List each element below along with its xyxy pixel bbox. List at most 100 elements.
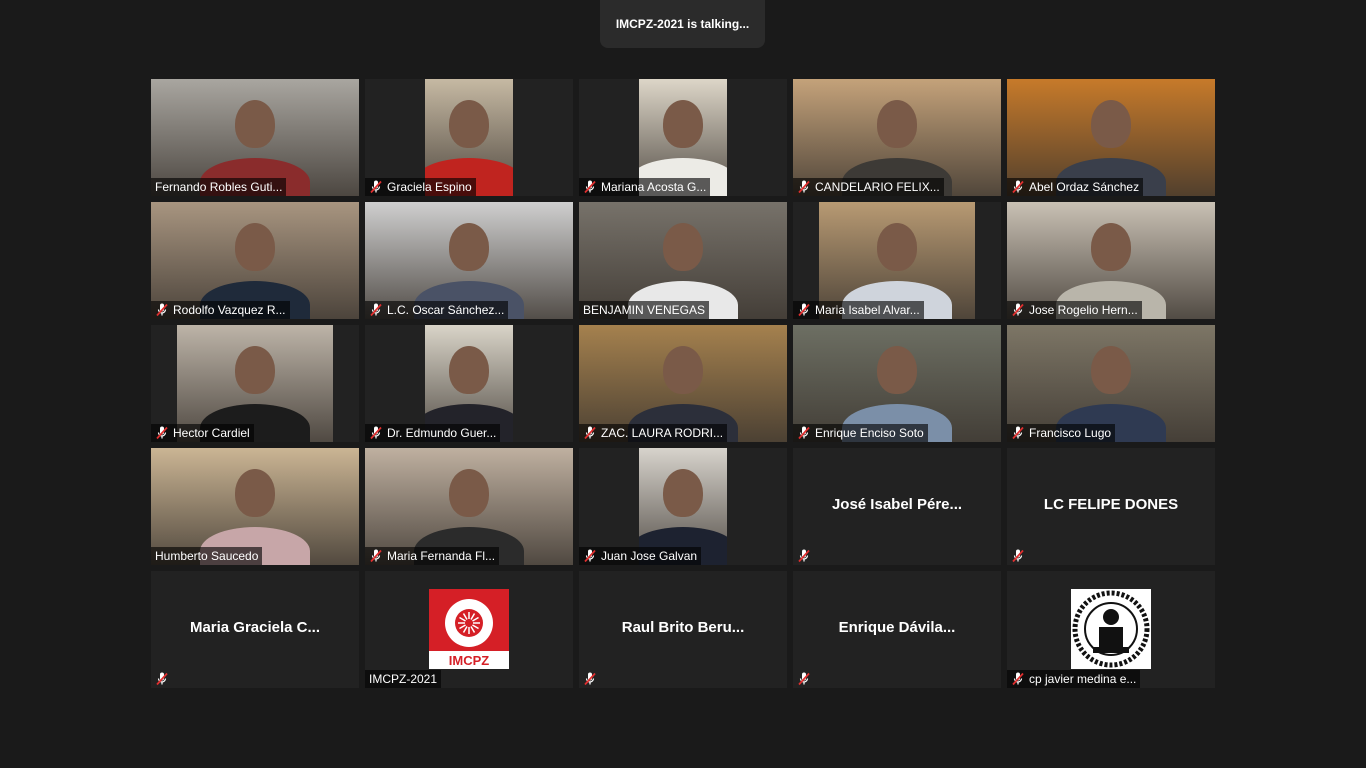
participant-tile[interactable]: Jose Rogelio Hern... [1007, 202, 1215, 319]
participant-tile[interactable]: Maria Graciela C... [151, 571, 359, 688]
participant-head [449, 100, 489, 149]
participant-tile[interactable]: IMCPZ IMCPZ-2021 [365, 571, 573, 688]
participant-display-name: José Isabel Pére... [831, 496, 963, 513]
participant-head [235, 469, 275, 518]
participant-grid: Fernando Robles Guti... Graciela Espino Ma… [151, 79, 1215, 688]
participant-name: Jose Rogelio Hern... [1029, 303, 1138, 317]
mic-muted-icon [155, 426, 169, 440]
participant-display-name: Enrique Dávila... [838, 619, 956, 636]
participant-head [663, 100, 703, 149]
participant-head [877, 223, 917, 272]
participant-label [793, 670, 815, 688]
mic-muted-icon [583, 672, 597, 686]
participant-head [449, 469, 489, 518]
participant-name: Enrique Enciso Soto [815, 426, 924, 440]
participant-label: Abel Ordaz Sánchez [1007, 178, 1144, 196]
participant-display-name: Maria Graciela C... [189, 619, 321, 636]
participant-tile[interactable]: Maria Isabel Alvar... [793, 202, 1001, 319]
participant-name: Humberto Saucedo [155, 549, 259, 563]
participant-name: CANDELARIO FELIX... [815, 180, 940, 194]
participant-head [1091, 223, 1131, 272]
participant-label: ZAC. LAURA RODRI... [579, 424, 728, 442]
participant-label [151, 670, 173, 688]
participant-head [449, 346, 489, 395]
mic-muted-icon [583, 549, 597, 563]
participant-tile[interactable]: cp javier medina e... [1007, 571, 1215, 688]
mic-muted-icon [797, 180, 811, 194]
participant-tile[interactable]: Juan Jose Galvan [579, 448, 787, 565]
mic-muted-icon [583, 426, 597, 440]
participant-label: Rodolfo Vazquez R... [151, 301, 290, 319]
active-speaker-banner: IMCPZ-2021 is talking... [600, 0, 765, 48]
participant-label: L.C. Oscar Sánchez... [365, 301, 509, 319]
mic-muted-icon [155, 303, 169, 317]
imcpz-logo-text: IMCPZ [448, 653, 490, 668]
mic-muted-icon [1011, 672, 1025, 686]
participant-head [235, 223, 275, 272]
participant-tile[interactable]: Abel Ordaz Sánchez [1007, 79, 1215, 196]
participant-tile[interactable]: CANDELARIO FELIX... [793, 79, 1001, 196]
participant-label: Humberto Saucedo [151, 547, 263, 565]
participant-name: Abel Ordaz Sánchez [1029, 180, 1140, 194]
mic-muted-icon [583, 180, 597, 194]
participant-label: BENJAMIN VENEGAS [579, 301, 710, 319]
participant-label: Hector Cardiel [151, 424, 254, 442]
participant-name: IMCPZ-2021 [369, 672, 438, 686]
participant-head [663, 223, 703, 272]
participant-label [579, 670, 601, 688]
participant-name: Francisco Lugo [1029, 426, 1112, 440]
imcpz-logo-avatar: IMCPZ [429, 589, 509, 669]
participant-tile[interactable]: BENJAMIN VENEGAS [579, 202, 787, 319]
participant-head [1091, 100, 1131, 149]
participant-head [235, 100, 275, 149]
participant-label: Enrique Enciso Soto [793, 424, 928, 442]
participant-tile[interactable]: L.C. Oscar Sánchez... [365, 202, 573, 319]
participant-label: Francisco Lugo [1007, 424, 1116, 442]
participant-name: Maria Fernanda Fl... [387, 549, 496, 563]
participant-tile[interactable]: Enrique Dávila... [793, 571, 1001, 688]
mic-muted-icon [155, 672, 169, 686]
seal-logo-avatar [1071, 589, 1151, 669]
participant-tile[interactable]: Maria Fernanda Fl... [365, 448, 573, 565]
participant-name: L.C. Oscar Sánchez... [387, 303, 505, 317]
participant-label: cp javier medina e... [1007, 670, 1141, 688]
participant-tile[interactable]: Mariana Acosta G... [579, 79, 787, 196]
participant-tile[interactable]: Francisco Lugo [1007, 325, 1215, 442]
participant-label: Fernando Robles Guti... [151, 178, 287, 196]
participant-tile[interactable]: José Isabel Pére... [793, 448, 1001, 565]
participant-label: Jose Rogelio Hern... [1007, 301, 1142, 319]
participant-label: CANDELARIO FELIX... [793, 178, 944, 196]
participant-tile[interactable]: Dr. Edmundo Guer... [365, 325, 573, 442]
participant-head [1091, 346, 1131, 395]
mic-muted-icon [369, 303, 383, 317]
participant-tile[interactable]: Fernando Robles Guti... [151, 79, 359, 196]
participant-tile[interactable]: Graciela Espino [365, 79, 573, 196]
participant-label [793, 547, 815, 565]
participant-tile[interactable]: Rodolfo Vazquez R... [151, 202, 359, 319]
mic-muted-icon [797, 549, 811, 563]
mic-muted-icon [369, 180, 383, 194]
participant-name: BENJAMIN VENEGAS [583, 303, 706, 317]
participant-tile[interactable]: Humberto Saucedo [151, 448, 359, 565]
participant-label: IMCPZ-2021 [365, 670, 442, 688]
participant-name: Fernando Robles Guti... [155, 180, 283, 194]
participant-label: Dr. Edmundo Guer... [365, 424, 501, 442]
participant-name: Juan Jose Galvan [601, 549, 698, 563]
participant-label: Maria Isabel Alvar... [793, 301, 924, 319]
participant-head [663, 469, 703, 518]
participant-tile[interactable]: Hector Cardiel [151, 325, 359, 442]
participant-tile[interactable]: Enrique Enciso Soto [793, 325, 1001, 442]
participant-head [877, 100, 917, 149]
mic-muted-icon [797, 426, 811, 440]
participant-name: Mariana Acosta G... [601, 180, 707, 194]
participant-label: Maria Fernanda Fl... [365, 547, 500, 565]
participant-display-name: Raul Brito Beru... [621, 619, 745, 636]
participant-name: Hector Cardiel [173, 426, 250, 440]
participant-name: Graciela Espino [387, 180, 472, 194]
participant-label: Graciela Espino [365, 178, 476, 196]
active-speaker-text: IMCPZ-2021 is talking... [615, 17, 750, 31]
participant-label [1007, 547, 1029, 565]
participant-tile[interactable]: LC FELIPE DONES [1007, 448, 1215, 565]
participant-tile[interactable]: Raul Brito Beru... [579, 571, 787, 688]
participant-tile[interactable]: ZAC. LAURA RODRI... [579, 325, 787, 442]
